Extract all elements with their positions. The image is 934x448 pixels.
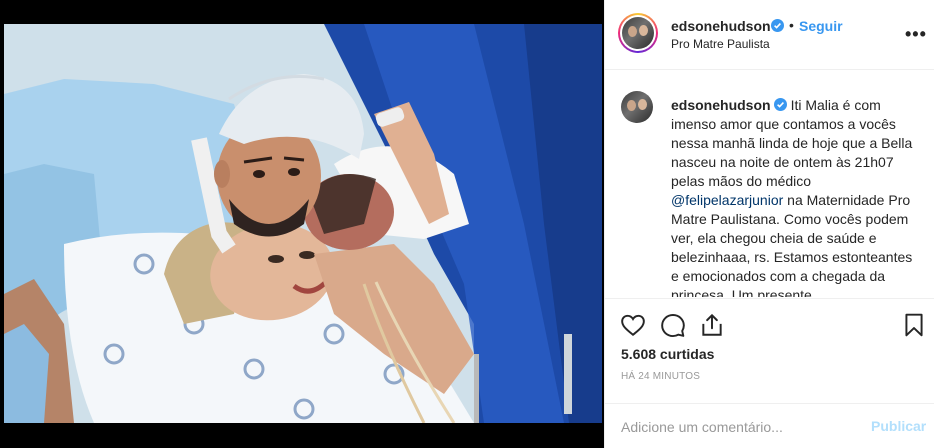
photo-illustration	[4, 24, 602, 423]
caption-avatar[interactable]	[621, 91, 653, 123]
heart-icon[interactable]	[620, 312, 646, 338]
post-panel: edsonehudson • Seguir Pro Matre Paulista…	[604, 0, 934, 448]
comment-icon[interactable]	[660, 312, 686, 338]
avatar-face-right	[639, 25, 648, 36]
post-timestamp[interactable]: HÁ 24 MINUTOS	[621, 371, 700, 382]
caption-mention-link[interactable]: @felipelazarjunior	[671, 192, 783, 208]
more-options-icon[interactable]: •••	[905, 24, 927, 45]
comment-input[interactable]	[621, 404, 861, 448]
follow-button[interactable]: Seguir	[799, 18, 843, 34]
caption-scroll-area[interactable]: edsonehudson Iti Malia é com imenso amor …	[605, 71, 934, 297]
caption-avatar-face-right	[638, 99, 647, 110]
photo-area	[0, 0, 604, 448]
header-separator: •	[789, 17, 794, 33]
post-actions: 5.608 curtidas HÁ 24 MINUTOS Publicar	[605, 298, 934, 448]
comment-form: Publicar	[605, 403, 934, 448]
verified-badge-icon	[771, 19, 784, 32]
instagram-post-modal: edsonehudson • Seguir Pro Matre Paulista…	[0, 0, 934, 448]
caption-avatar-face-left	[627, 100, 636, 111]
caption-text: edsonehudson Iti Malia é com imenso amor …	[671, 96, 917, 297]
avatar[interactable]	[618, 13, 658, 53]
avatar-ring-inner	[620, 15, 656, 51]
publish-button[interactable]: Publicar	[871, 418, 926, 434]
caption-avatar-photo	[621, 91, 653, 123]
username-link[interactable]: edsonehudson	[671, 18, 771, 34]
avatar-face-left	[628, 26, 637, 37]
location-link[interactable]: Pro Matre Paulista	[671, 37, 770, 51]
caption-verified-badge-icon	[773, 98, 787, 111]
avatar-photo	[622, 17, 654, 49]
post-photo[interactable]	[4, 24, 602, 423]
likes-count[interactable]: 5.608 curtidas	[621, 346, 714, 362]
share-icon[interactable]	[699, 312, 725, 338]
post-header: edsonehudson • Seguir Pro Matre Paulista…	[605, 0, 934, 70]
caption-username-link[interactable]: edsonehudson	[671, 97, 771, 113]
bookmark-icon[interactable]	[901, 312, 927, 338]
